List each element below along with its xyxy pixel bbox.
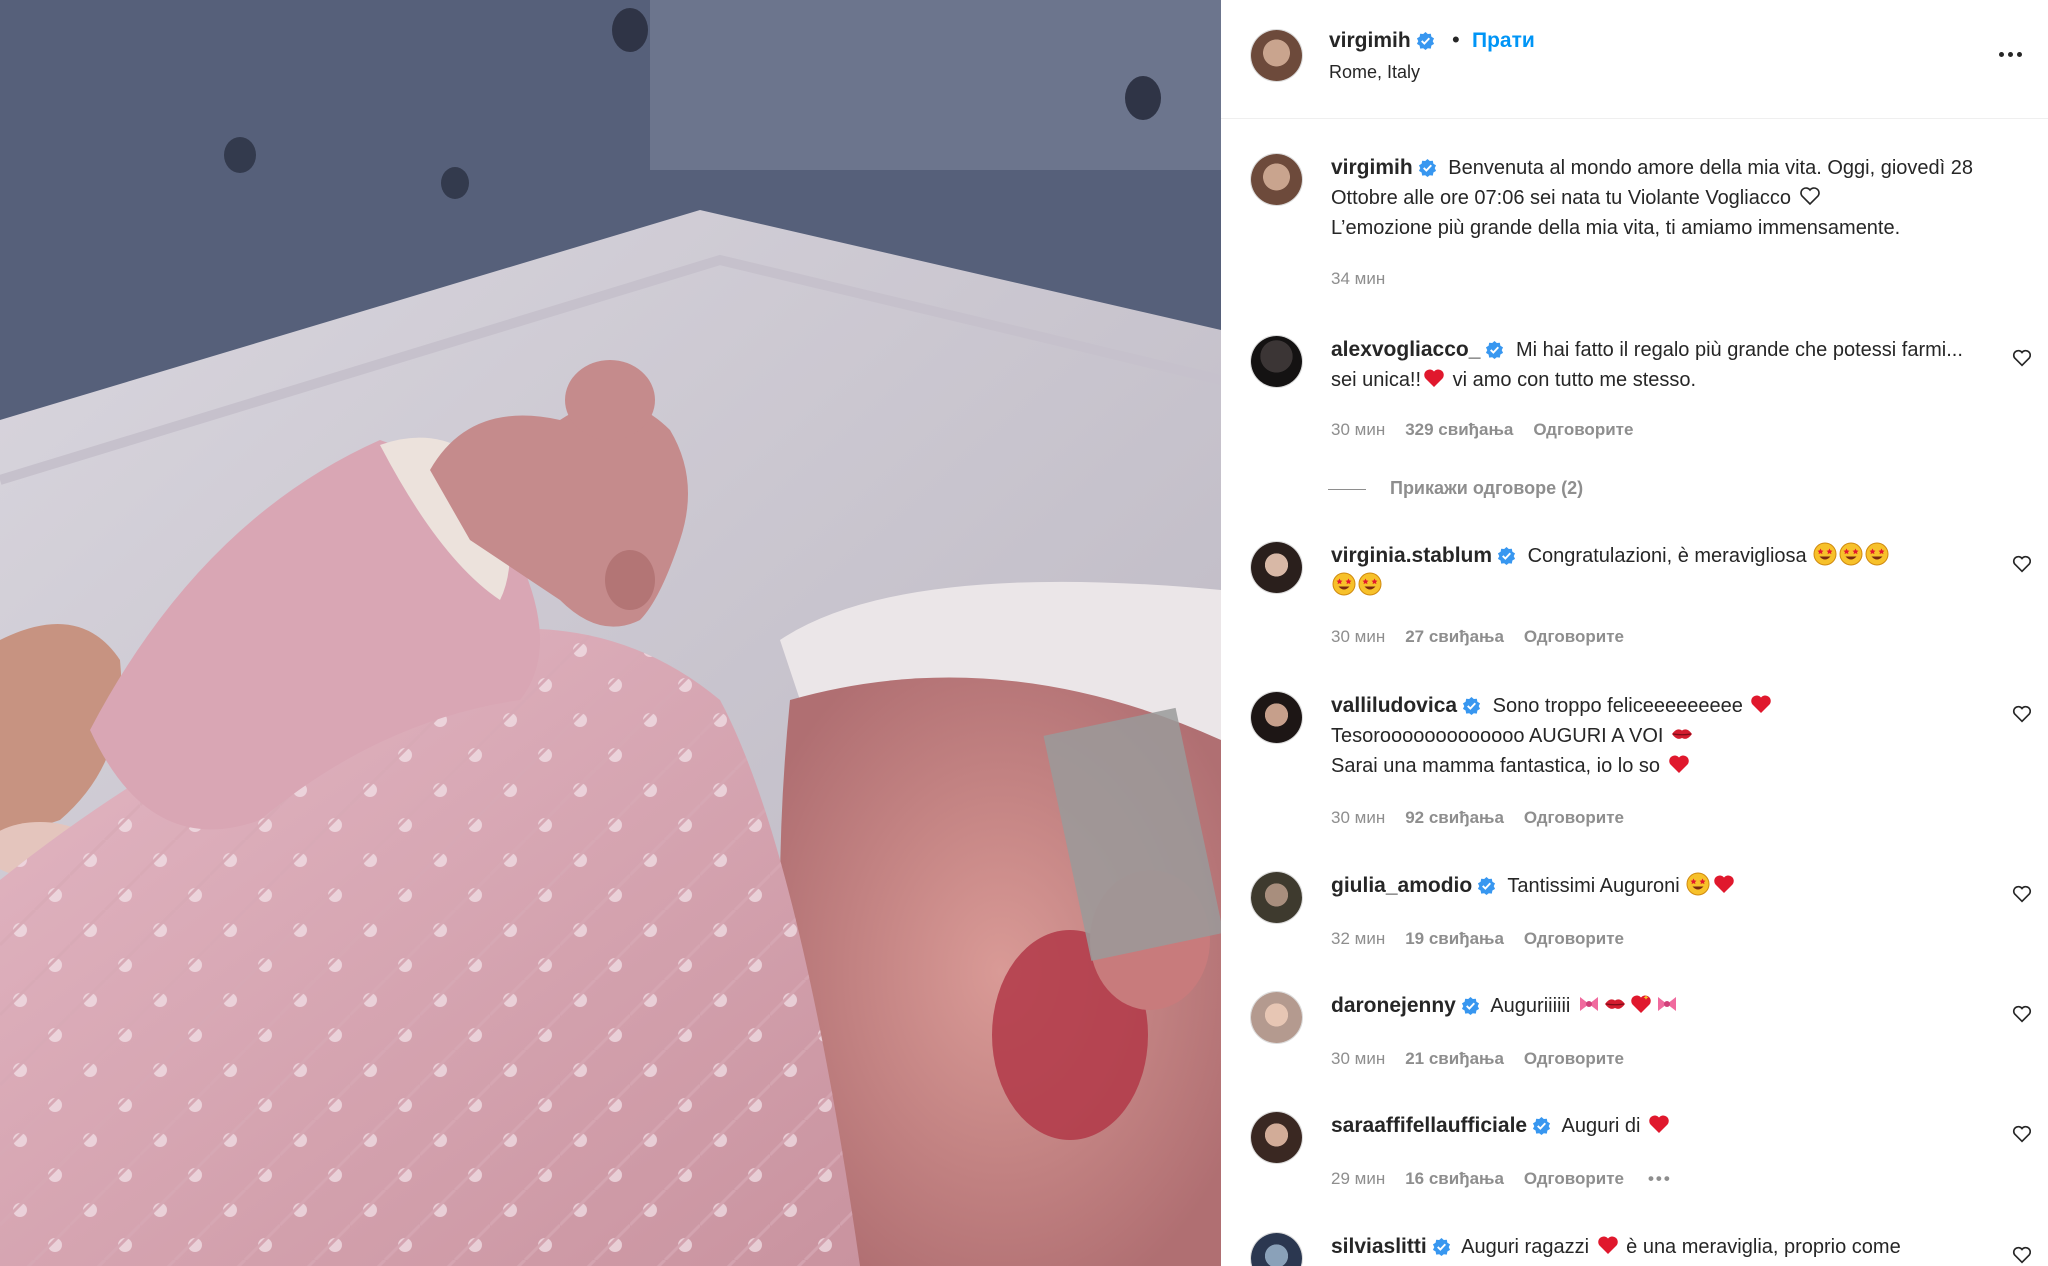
star-struck-emoji-icon (1865, 542, 1889, 566)
comment-username[interactable]: giulia_amodio (1331, 874, 1496, 897)
comment-meta: 30 мин 27 свиђања Одговорите (1331, 627, 1644, 647)
avatar[interactable] (1250, 871, 1303, 924)
avatar[interactable] (1250, 29, 1303, 82)
view-replies-button[interactable]: Прикажи одговоре (2) (1331, 478, 1583, 499)
verified-badge-icon (1463, 696, 1481, 715)
reply-button[interactable]: Одговорите (1524, 627, 1624, 646)
timestamp[interactable]: 34 мин (1331, 269, 1385, 288)
timestamp[interactable]: 32 мин (1331, 929, 1385, 948)
comment-text: virginia.stablum Congratulazioni, è mera… (1331, 541, 1991, 601)
avatar[interactable] (1250, 1232, 1303, 1266)
reply-button[interactable]: Одговорите (1533, 420, 1633, 439)
post-photo[interactable] (0, 0, 1221, 1266)
likes-count[interactable]: 16 свиђања (1405, 1169, 1504, 1188)
lips-emoji-icon (1604, 999, 1625, 1009)
verified-badge-icon (1533, 1116, 1551, 1135)
verified-badge-icon (1497, 546, 1516, 565)
newborn-photo (0, 0, 1221, 1266)
red-heart-emoji-icon (1424, 369, 1444, 387)
likes-count[interactable]: 27 свиђања (1405, 627, 1504, 646)
reply-button[interactable]: Одговорите (1524, 1169, 1624, 1188)
red-heart-emoji-icon (1668, 755, 1689, 773)
caption-body-2: L’emozione più grande della mia vita, ti… (1331, 217, 1901, 239)
comment-text: giulia_amodio Tantissimi Auguroni (1331, 871, 1991, 901)
avatar[interactable] (1250, 1111, 1303, 1164)
lips-emoji-icon (1672, 729, 1693, 739)
avatar[interactable] (1250, 153, 1303, 206)
post-header: virgimih • Прати Rome, Italy (1221, 0, 2048, 119)
likes-count[interactable]: 92 свиђања (1405, 808, 1504, 827)
comment-meta: 30 мин 21 свиђања Одговорите (1331, 1049, 1644, 1069)
likes-count[interactable]: 329 свиђања (1405, 420, 1513, 439)
caption-text: virgimih Benvenuta al mondo amore della … (1331, 153, 1991, 243)
red-heart-emoji-icon (1714, 875, 1735, 893)
like-heart-icon[interactable] (2011, 703, 2033, 725)
reply-button[interactable]: Одговорите (1524, 1049, 1624, 1068)
comment-meta: 32 мин 19 свиђања Одговорите (1331, 929, 1644, 949)
comment-username[interactable]: virginia.stablum (1331, 544, 1516, 567)
likes-count[interactable]: 21 свиђања (1405, 1049, 1504, 1068)
like-heart-icon[interactable] (2011, 1123, 2033, 1145)
post-details-panel: virgimih • Прати Rome, Italy virgimih Be… (1221, 0, 2048, 1266)
timestamp[interactable]: 30 мин (1331, 1049, 1385, 1068)
comment-text: saraaffifellaufficiale Auguri di (1331, 1111, 1991, 1141)
comment-username[interactable]: saraaffifellaufficiale (1331, 1114, 1551, 1137)
likes-count[interactable]: 19 свиђања (1405, 929, 1504, 948)
timestamp[interactable]: 30 мин (1331, 420, 1385, 439)
more-options-icon[interactable] (1999, 44, 2027, 64)
reply-button[interactable]: Одговорите (1524, 808, 1624, 827)
verified-badge-icon (1461, 996, 1479, 1015)
star-struck-emoji-icon (1839, 542, 1863, 566)
like-heart-icon[interactable] (2011, 883, 2033, 905)
verified-badge-icon (1432, 1237, 1450, 1256)
caption-meta: 34 мин (1331, 269, 1405, 289)
avatar[interactable] (1250, 991, 1303, 1044)
avatar[interactable] (1250, 541, 1303, 594)
separator-dot: • (1452, 27, 1460, 52)
avatar[interactable] (1250, 335, 1303, 388)
star-struck-emoji-icon (1332, 572, 1356, 596)
like-heart-icon[interactable] (2011, 1244, 2033, 1266)
like-heart-icon[interactable] (2011, 553, 2033, 575)
red-heart-emoji-icon (1751, 695, 1772, 713)
verified-badge-icon (1478, 876, 1496, 895)
verified-badge-icon (1416, 31, 1434, 50)
comment-meta: 30 мин 92 свиђања Одговорите (1331, 808, 1644, 828)
comment-text: valliludovica Sono troppo feliceeeeeeeee… (1331, 691, 1991, 781)
comment-text: alexvogliacco_ Mi hai fatto il regalo pi… (1331, 338, 1963, 391)
verified-badge-icon (1418, 158, 1436, 177)
comment-meta: 30 мин 329 свиђања Одговорите (1331, 420, 1653, 440)
star-struck-emoji-icon (1813, 542, 1837, 566)
comment-username[interactable]: valliludovica (1331, 694, 1481, 717)
like-heart-icon[interactable] (2011, 347, 2033, 369)
sparkling-heart-emoji-icon (1631, 995, 1651, 1013)
author-username[interactable]: virgimih (1329, 29, 1435, 53)
red-heart-emoji-icon (1597, 1236, 1618, 1254)
ribbon-emoji-icon (1579, 997, 1598, 1011)
red-heart-emoji-icon (1649, 1115, 1669, 1133)
comment-text: daronejenny Auguriiiiii (1331, 991, 1991, 1021)
comment-username[interactable]: silviaslitti (1331, 1235, 1451, 1258)
comment-text: silviaslitti Auguri ragazzi è una meravi… (1331, 1235, 1901, 1258)
avatar[interactable] (1250, 691, 1303, 744)
comment-username[interactable]: daronejenny (1331, 994, 1480, 1017)
like-heart-icon[interactable] (2011, 1003, 2033, 1025)
timestamp[interactable]: 30 мин (1331, 808, 1385, 827)
reply-button[interactable]: Одговорите (1524, 929, 1624, 948)
location-link[interactable]: Rome, Italy (1329, 62, 1420, 83)
comment-meta: 29 мин 16 свиђања Одговорите ••• (1331, 1169, 1692, 1189)
timestamp[interactable]: 30 мин (1331, 627, 1385, 646)
star-struck-emoji-icon (1686, 872, 1710, 896)
caption-username[interactable]: virgimih (1331, 156, 1437, 179)
comment-username[interactable]: alexvogliacco_ (1331, 338, 1504, 361)
comment-options-button[interactable]: ••• (1648, 1169, 1672, 1189)
verified-badge-icon (1486, 340, 1504, 359)
timestamp[interactable]: 29 мин (1331, 1169, 1385, 1188)
star-struck-emoji-icon (1358, 572, 1382, 596)
white-heart-icon (1799, 187, 1820, 206)
ribbon-emoji-icon (1657, 997, 1676, 1011)
follow-button[interactable]: Прати (1472, 29, 1535, 53)
